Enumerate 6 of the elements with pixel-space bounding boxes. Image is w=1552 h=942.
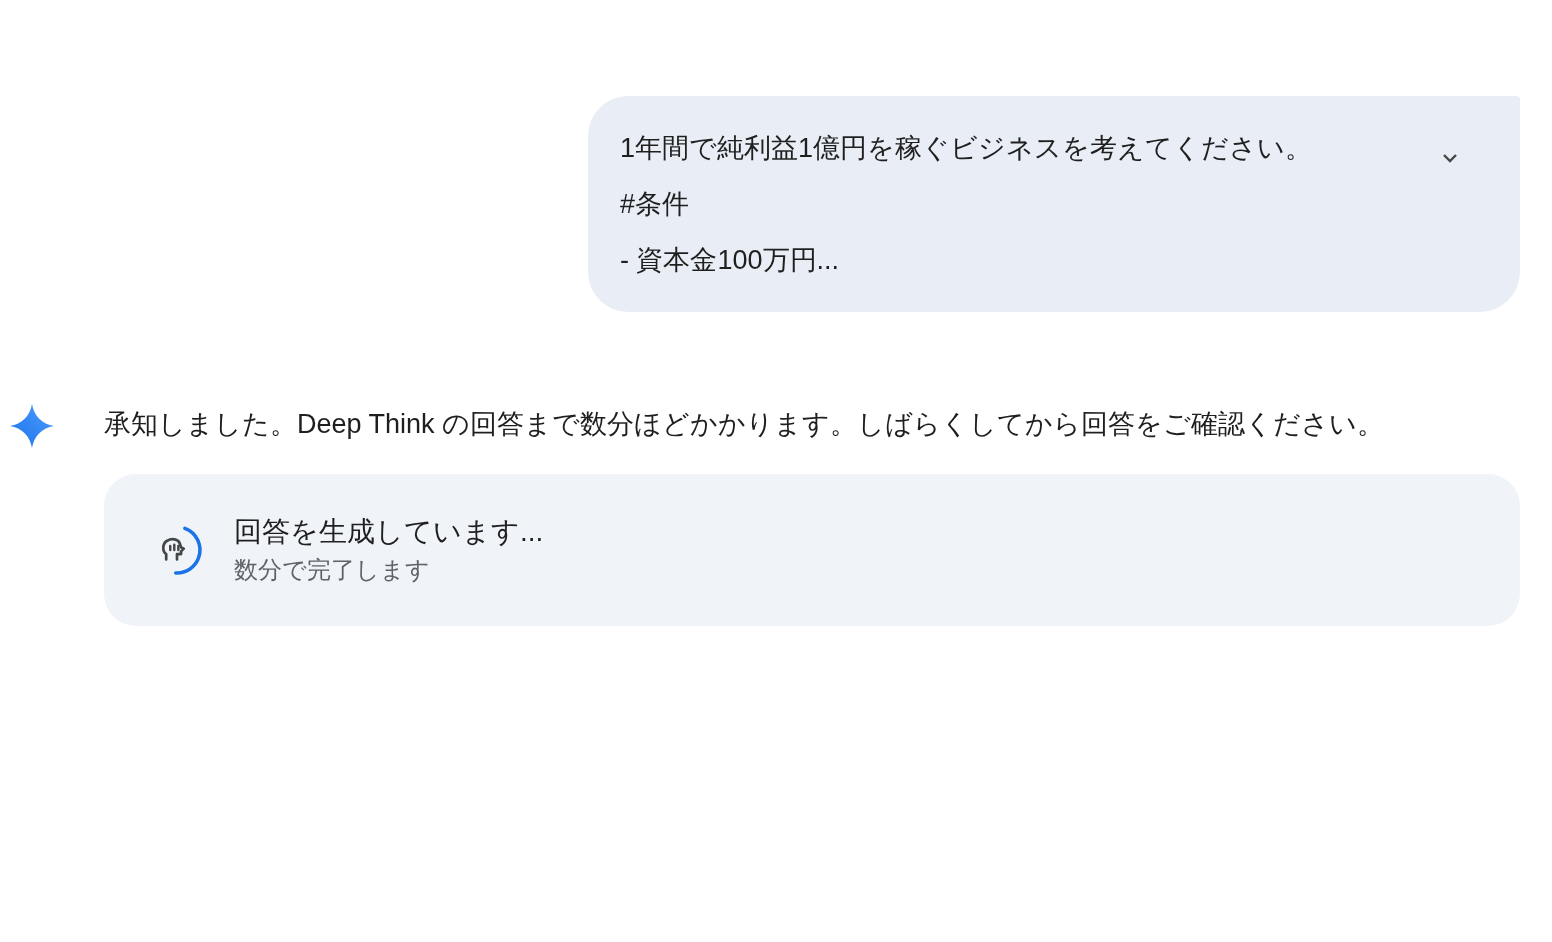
- status-title: 回答を生成しています...: [234, 515, 544, 549]
- message-text: - 資本金100万円...: [620, 244, 841, 277]
- message-text: 1年間で純利益1億円を稼ぐビジネスを考えてください。: [620, 132, 1313, 165]
- message-text: #条件: [620, 188, 691, 221]
- response-text: 承知しました。Deep Think の回答まで数分ほどかかります。しばらくしてから回答をご確認ください。: [104, 408, 1386, 441]
- status-subtitle: 数分で完了します: [234, 555, 431, 585]
